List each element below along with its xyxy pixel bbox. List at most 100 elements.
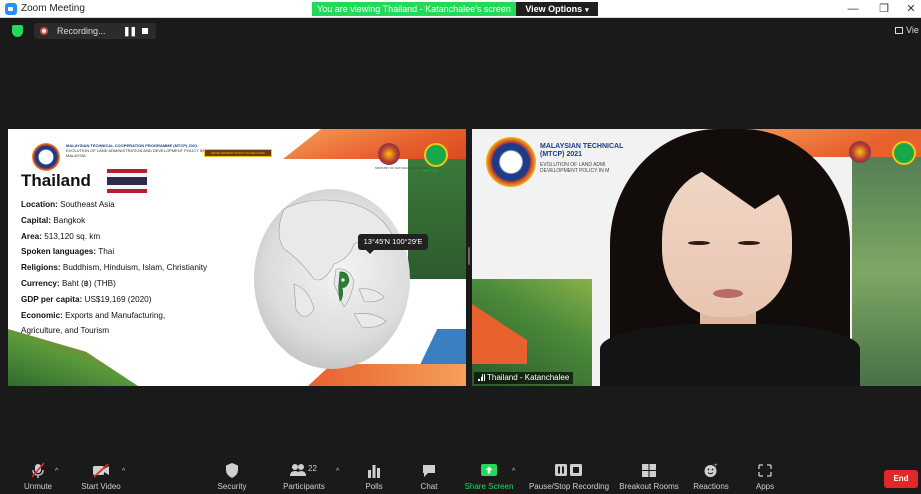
program-title-sub: EVOLUTION OF LAND ADMINISTRATION AND DEV… — [66, 148, 204, 158]
mtcp-seal-logo — [32, 143, 60, 171]
fact-row: GDP per capita: US$19,169 (2020) — [21, 294, 152, 304]
meeting-area: Recording... ❚❚ Vie MALAYSIAN TECHNICAL … — [0, 19, 921, 459]
video-camera-off-icon — [93, 463, 109, 478]
recording-dot-icon — [40, 27, 48, 35]
window-title: Zoom Meeting — [21, 3, 85, 14]
globe-map — [254, 189, 410, 369]
recording-label: Recording... — [57, 26, 106, 36]
video-bg-forest — [852, 157, 921, 386]
person-eye-left — [688, 241, 710, 245]
apps-icon — [758, 464, 772, 477]
view-layout-button[interactable]: Vie — [895, 25, 919, 35]
fact-row: Spoken languages: Thai — [21, 247, 115, 257]
share-screen-button[interactable]: Share Screen — [463, 462, 515, 491]
fact-row: Economic: Exports and Manufacturing, — [21, 310, 166, 320]
encryption-shield-icon[interactable] — [12, 25, 23, 37]
signal-strength-icon — [478, 374, 485, 381]
person-eye-right — [738, 241, 760, 245]
shield-icon — [226, 463, 238, 478]
participant-video-tile[interactable]: MALAYSIAN TECHNICAL (MTCP) 2021 EVOLUTIO… — [472, 129, 921, 386]
meeting-controls-toolbar: Unmute ^ Start Video ^ Security 22 Parti… — [0, 459, 921, 494]
chevron-down-icon: ▾ — [585, 7, 589, 14]
security-label: Security — [217, 482, 247, 491]
video-mtcp-seal-logo — [486, 137, 536, 187]
coordinates-tooltip: 13°45′N 100°29′E — [358, 234, 428, 254]
grid-icon — [895, 27, 903, 34]
apps-button[interactable]: Apps — [749, 462, 781, 491]
ministry-crest-label: MINISTRY OF NATURAL RESOURCES — [375, 166, 429, 170]
participant-person — [590, 129, 860, 386]
person-jacket — [600, 324, 860, 386]
close-button[interactable]: ✕ — [901, 2, 921, 16]
apps-label: Apps — [755, 482, 775, 491]
unmute-button[interactable]: Unmute — [18, 462, 58, 491]
participant-name-tag: Thailand - Katanchalee — [474, 372, 574, 384]
polls-button[interactable]: Polls — [358, 462, 390, 491]
chat-bubble-icon — [423, 465, 435, 477]
program-title: MALAYSIAN TECHNICAL COOPERATION PROGRAMM… — [66, 143, 206, 158]
participants-button[interactable]: 22 Participants — [280, 462, 328, 491]
start-video-label: Start Video — [81, 482, 121, 491]
view-options-button[interactable]: View Options ▾ — [516, 2, 598, 16]
pause-stop-recording-label: Pause/Stop Recording — [528, 482, 610, 491]
chat-button[interactable]: Chat — [414, 462, 444, 491]
share-options-caret-icon[interactable]: ^ — [512, 468, 515, 475]
view-layout-label: Vie — [906, 25, 919, 35]
security-button[interactable]: Security — [213, 462, 251, 491]
pause-stop-icon — [555, 464, 582, 476]
svg-text:+: + — [714, 463, 718, 469]
slide-decor-forest — [408, 159, 466, 279]
participants-label: Participants — [283, 482, 325, 491]
fact-row: Currency: Baht (฿) (THB) — [21, 278, 116, 288]
globe-landmass-icon — [278, 199, 395, 328]
zoom-app-icon — [5, 3, 17, 15]
fact-row: Agriculture, and Tourism — [21, 326, 110, 336]
recording-indicator: Recording... ❚❚ — [34, 23, 156, 39]
chat-label: Chat — [420, 482, 438, 491]
polls-bar-chart-icon — [368, 465, 380, 478]
share-screen-label: Share Screen — [464, 482, 514, 491]
window-title-bar: Zoom Meeting You are viewing Thailand - … — [0, 0, 921, 18]
pause-recording-icon[interactable]: ❚❚ — [123, 26, 137, 37]
person-lips — [713, 289, 743, 298]
instun-label: INSTUN — [423, 168, 438, 173]
video-options-caret-icon[interactable]: ^ — [122, 468, 125, 475]
participant-name: Thailand - Katanchalee — [487, 373, 570, 382]
drag-handle-icon — [468, 247, 470, 265]
restore-button[interactable]: ❐ — [874, 2, 894, 16]
reactions-label: Reactions — [693, 482, 729, 491]
start-video-button[interactable]: Start Video — [78, 462, 124, 491]
participants-icon: 22 — [290, 464, 317, 476]
ministry-crest-logo — [378, 143, 400, 165]
instun-logo — [424, 143, 448, 167]
end-meeting-button[interactable]: End — [884, 470, 918, 488]
fact-row: Area: 513,120 sq. km — [21, 231, 101, 241]
breakout-rooms-grid-icon — [642, 464, 656, 477]
fact-row: Capital: Bangkok — [21, 215, 86, 225]
audio-options-caret-icon[interactable]: ^ — [55, 468, 58, 475]
breakout-rooms-button[interactable]: Breakout Rooms — [618, 462, 680, 491]
country-heading: Thailand — [21, 171, 91, 190]
fact-row: Religions: Buddhism, Hinduism, Islam, Ch… — [21, 263, 208, 273]
smiley-plus-icon: + — [704, 463, 718, 477]
shared-screen[interactable]: MALAYSIAN TECHNICAL COOPERATION PROGRAMM… — [8, 129, 466, 386]
slide-decor-blue — [418, 329, 466, 369]
fact-row: Location: Southeast Asia — [21, 200, 115, 209]
stop-recording-icon[interactable] — [142, 28, 148, 34]
view-options-label: View Options — [525, 4, 583, 14]
country-facts-list: Location: Southeast Asia Capital: Bangko… — [21, 197, 207, 339]
viewing-screen-banner: You are viewing Thailand - Katanchalee's… — [312, 2, 516, 16]
pause-stop-recording-button[interactable]: Pause/Stop Recording — [527, 462, 611, 491]
slide-caption-strip: DEVELOPMENT POLICY IN MALAYSIA — [204, 149, 272, 157]
video-instun-logo — [892, 141, 916, 165]
participants-options-caret-icon[interactable]: ^ — [336, 468, 339, 475]
thailand-flag-icon — [107, 169, 147, 193]
polls-label: Polls — [365, 482, 383, 491]
microphone-muted-icon — [31, 462, 45, 478]
share-screen-icon — [481, 464, 497, 476]
breakout-rooms-label: Breakout Rooms — [619, 482, 679, 491]
minimize-button[interactable]: — — [843, 2, 863, 16]
reactions-button[interactable]: + Reactions — [691, 462, 731, 491]
unmute-label: Unmute — [23, 482, 52, 491]
participants-count: 22 — [308, 464, 317, 473]
